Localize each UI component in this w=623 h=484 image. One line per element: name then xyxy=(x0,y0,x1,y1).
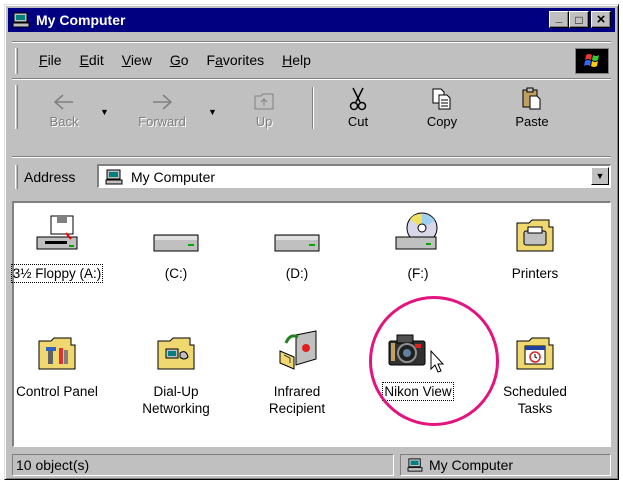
close-icon: × xyxy=(596,11,606,28)
toolbar-separator xyxy=(312,87,314,129)
address-dropdown-button[interactable]: ▼ xyxy=(591,167,609,185)
highlight-circle xyxy=(369,296,499,426)
menu-go[interactable]: Go xyxy=(161,52,198,68)
status-object-count: 10 object(s) xyxy=(12,454,394,476)
window-title: My Computer xyxy=(36,12,126,28)
back-button[interactable]: Back xyxy=(34,87,94,131)
cd-drive-icon xyxy=(395,212,438,250)
address-bar: Address My Computer ▼ xyxy=(12,163,611,191)
infrared-icon xyxy=(279,330,317,370)
item-label: Infrared Recipient xyxy=(268,384,326,416)
menu-favorites[interactable]: Favorites xyxy=(198,52,274,68)
toolbar-grip[interactable] xyxy=(15,85,18,129)
cut-button[interactable]: Cut xyxy=(328,87,388,131)
forward-arrow-icon xyxy=(153,94,173,110)
back-dropdown-icon[interactable]: ▼ xyxy=(100,107,109,117)
address-field[interactable]: My Computer ▼ xyxy=(97,164,611,188)
item-label: Printers xyxy=(511,266,559,281)
minimize-icon: _ xyxy=(555,9,563,24)
back-arrow-icon xyxy=(53,94,73,110)
menu-view[interactable]: View xyxy=(113,52,161,68)
my-computer-icon xyxy=(12,12,30,28)
copy-icon xyxy=(432,88,451,110)
separator xyxy=(12,156,611,158)
address-label: Address xyxy=(24,169,76,185)
status-bar: 10 object(s) My Computer xyxy=(12,454,611,478)
menu-help[interactable]: Help xyxy=(273,52,320,68)
status-location: My Computer xyxy=(400,454,611,476)
item-label: Scheduled Tasks xyxy=(503,384,567,416)
dialup-folder-icon xyxy=(157,337,195,370)
item-drive-f[interactable]: (F:) xyxy=(363,211,473,282)
scissors-icon xyxy=(349,87,367,111)
maximize-icon: □ xyxy=(575,12,583,27)
item-label: 3½ Floppy (A:) xyxy=(10,264,104,283)
close-button[interactable]: × xyxy=(591,11,611,28)
item-dialup-networking[interactable]: Dial-Up Networking xyxy=(121,329,231,417)
maximize-button[interactable]: □ xyxy=(569,11,589,28)
separator xyxy=(12,78,611,80)
item-label: Control Panel xyxy=(16,384,98,399)
item-infrared-recipient[interactable]: Infrared Recipient xyxy=(242,329,352,417)
item-label: (D:) xyxy=(285,266,309,281)
item-label: (C:) xyxy=(164,266,188,281)
hard-drive-icon xyxy=(274,234,320,252)
item-drive-c[interactable]: (C:) xyxy=(121,211,231,282)
item-floppy[interactable]: 3½ Floppy (A:) xyxy=(2,211,112,283)
menu-edit[interactable]: Edit xyxy=(71,52,113,68)
item-label: (F:) xyxy=(407,266,429,281)
minimize-button[interactable]: _ xyxy=(549,9,569,28)
item-drive-d[interactable]: (D:) xyxy=(242,211,352,282)
scheduled-tasks-folder-icon xyxy=(516,337,554,370)
forward-button[interactable]: Forward xyxy=(132,87,192,131)
my-computer-icon xyxy=(407,458,423,472)
printers-folder-icon xyxy=(516,219,554,252)
menu-bar: File Edit View Go Favorites Help xyxy=(12,47,611,77)
up-button[interactable]: Up xyxy=(234,87,294,131)
control-panel-folder-icon xyxy=(38,337,76,370)
paste-icon xyxy=(522,87,541,110)
title-bar[interactable]: My Computer _ □ × xyxy=(8,8,615,32)
windows-logo-icon xyxy=(575,48,609,74)
file-view: 3½ Floppy (A:) (C:) (D:) (F:) Printers C… xyxy=(10,201,611,447)
my-computer-icon xyxy=(105,169,123,185)
menu-grip[interactable] xyxy=(15,48,18,74)
up-folder-icon xyxy=(254,93,274,110)
floppy-drive-icon xyxy=(36,215,78,250)
address-grip[interactable] xyxy=(15,165,18,189)
forward-dropdown-icon[interactable]: ▼ xyxy=(208,107,217,117)
separator xyxy=(12,41,611,43)
item-label: Dial-Up Networking xyxy=(142,384,210,416)
address-value: My Computer xyxy=(131,169,216,185)
menu-file[interactable]: File xyxy=(30,52,71,68)
copy-button[interactable]: Copy xyxy=(412,87,472,131)
status-location-text: My Computer xyxy=(429,457,514,473)
item-printers[interactable]: Printers xyxy=(480,211,590,282)
chevron-down-icon: ▼ xyxy=(595,171,605,181)
standard-toolbar: Back ▼ Forward ▼ Up Cut Copy Paste xyxy=(12,83,611,133)
explorer-window: My Computer _ □ × File Edit View Go Favo… xyxy=(4,4,619,480)
item-control-panel[interactable]: Control Panel xyxy=(2,329,112,400)
hard-drive-icon xyxy=(153,234,199,252)
paste-button[interactable]: Paste xyxy=(502,87,562,131)
